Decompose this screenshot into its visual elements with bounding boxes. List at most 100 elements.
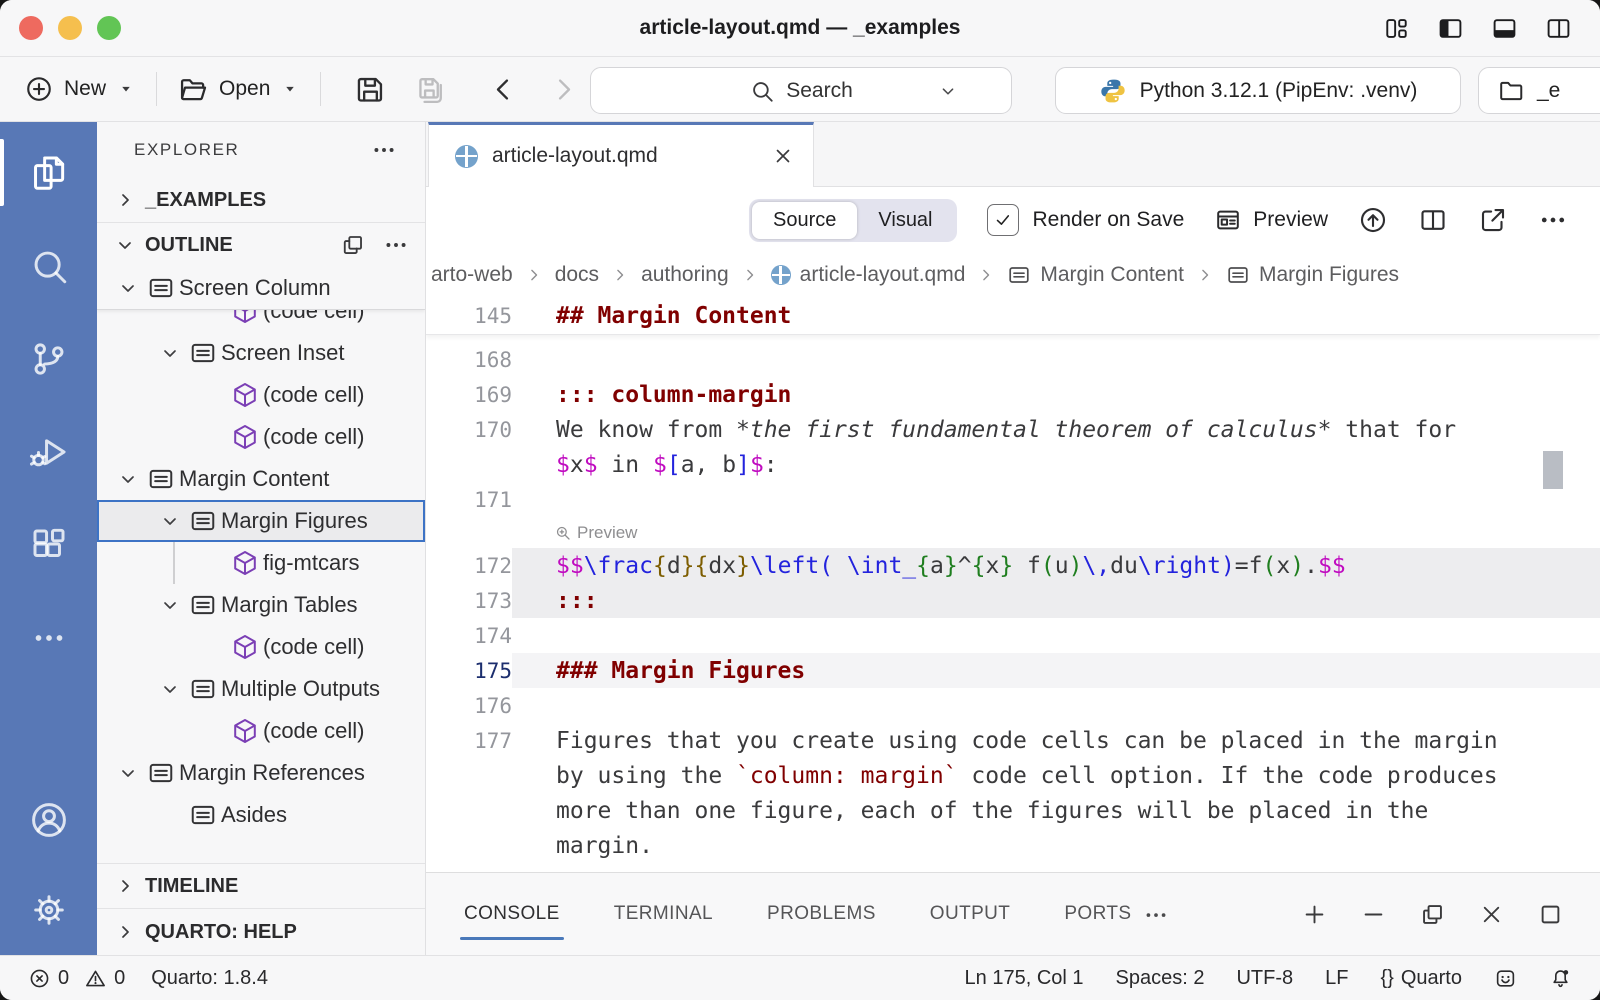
extensions-icon[interactable]	[0, 498, 97, 591]
line-number[interactable]: 176	[426, 694, 512, 718]
search-input[interactable]: Search	[590, 67, 1012, 114]
sidebar-section-timeline[interactable]: TIMELINE	[97, 863, 425, 908]
line-number[interactable]: 145	[426, 304, 512, 328]
code-line[interactable]: by using the `column: margin` code cell …	[426, 758, 1600, 793]
line-number[interactable]: 177	[426, 729, 512, 753]
breadcrumb-item-docs[interactable]: docs	[555, 263, 599, 287]
breadcrumb-item-authoring[interactable]: authoring	[641, 263, 729, 287]
breadcrumb-item-margin-content[interactable]: Margin Content	[1007, 263, 1184, 287]
chevron-down-icon[interactable]	[155, 340, 185, 366]
code-line-173[interactable]: 173:::	[426, 583, 1600, 618]
panel-more-tabs-icon[interactable]	[1143, 901, 1169, 927]
code-line-145[interactable]: 145## Margin Content	[426, 297, 1600, 335]
chevron-down-icon[interactable]	[937, 80, 959, 102]
code-line[interactable]: more than one figure, each of the figure…	[426, 793, 1600, 828]
python-interpreter-button[interactable]: Python 3.12.1 (PipEnv: .venv)	[1055, 67, 1461, 114]
new-button[interactable]: New	[24, 74, 136, 104]
source-control-icon[interactable]	[0, 312, 97, 405]
code-line-175[interactable]: 175### Margin Figures	[426, 653, 1600, 688]
outline-item-screen-inset[interactable]: Screen Inset	[97, 332, 425, 374]
customize-layout-icon[interactable]	[1383, 15, 1410, 42]
panel-tab-ports[interactable]: PORTS	[1062, 895, 1133, 933]
sidebar-section-examples[interactable]: _EXAMPLES	[97, 178, 425, 223]
line-number[interactable]: 173	[426, 589, 512, 613]
open-button[interactable]: Open	[177, 73, 300, 105]
indentation-status[interactable]: Spaces: 2	[1116, 967, 1205, 990]
save-icon[interactable]	[354, 73, 387, 106]
line-number[interactable]: 172	[426, 554, 512, 578]
restore-panel-icon[interactable]	[1419, 901, 1446, 928]
encoding-status[interactable]: UTF-8	[1236, 967, 1293, 990]
code-line-172[interactable]: 172$$\frac{d}{dx}\left( \int_{a}^{x} f(u…	[426, 548, 1600, 583]
breadcrumb-item-margin-figures[interactable]: Margin Figures	[1226, 263, 1399, 287]
navigate-forward-icon[interactable]	[547, 73, 580, 106]
outline-item-margin-figures[interactable]: Margin Figures	[97, 500, 425, 542]
save-all-icon[interactable]	[413, 73, 446, 106]
preview-button[interactable]: Preview	[1214, 206, 1328, 234]
sidebar-section-quarto-help[interactable]: QUARTO: HELP	[97, 908, 425, 955]
line-number[interactable]: 169	[426, 383, 512, 407]
code-line-177[interactable]: 177Figures that you create using code ce…	[426, 723, 1600, 758]
navigate-back-icon[interactable]	[487, 73, 520, 106]
outline-item-multiple-outputs[interactable]: Multiple Outputs	[97, 668, 425, 710]
maximize-panel-icon[interactable]	[1537, 901, 1564, 928]
render-on-save-checkbox[interactable]	[987, 204, 1019, 236]
breadcrumb-item-article-layout-qmd[interactable]: article-layout.qmd	[771, 263, 966, 287]
minimize-panel-icon[interactable]	[1360, 901, 1387, 928]
code-line-174[interactable]: 174	[426, 618, 1600, 653]
editor-scrollbar-thumb[interactable]	[1543, 451, 1563, 489]
explorer-more-actions-icon[interactable]	[371, 137, 397, 163]
editor-more-actions-icon[interactable]	[1538, 205, 1568, 235]
explorer-icon[interactable]	[0, 126, 97, 219]
minimize-window-button[interactable]	[58, 16, 82, 40]
code-line[interactable]: margin.	[426, 828, 1600, 863]
outline-item-margin-references[interactable]: Margin References	[97, 752, 425, 794]
outline-item-code-cell[interactable]: (code cell)	[97, 374, 425, 416]
outline-more-actions-icon[interactable]	[383, 232, 409, 258]
sidebar-section-outline[interactable]: OUTLINE	[97, 223, 425, 267]
code-line-169[interactable]: 169::: column-margin	[426, 377, 1600, 412]
run-debug-icon[interactable]	[0, 405, 97, 498]
split-editor-icon[interactable]	[1418, 205, 1448, 235]
toggle-panel-icon[interactable]	[1491, 15, 1518, 42]
outline-item-screen-column[interactable]: Screen Column	[97, 267, 425, 310]
code-editor[interactable]: 145## Margin Content168169::: column-mar…	[426, 297, 1600, 872]
outline-item-code-cell[interactable]: (code cell)	[97, 416, 425, 458]
code-line-176[interactable]: 176	[426, 688, 1600, 723]
more-views-icon[interactable]	[0, 591, 97, 684]
outline-item-fig-mtcars[interactable]: fig-mtcars	[97, 542, 425, 584]
visual-mode-button[interactable]: Visual	[857, 202, 953, 239]
outline-item-code-cell[interactable]: (code cell)	[97, 710, 425, 752]
panel-tab-output[interactable]: OUTPUT	[928, 895, 1013, 933]
line-number[interactable]: 175	[426, 659, 512, 683]
chevron-down-icon[interactable]	[113, 760, 143, 786]
chevron-down-icon[interactable]	[155, 592, 185, 618]
language-mode-status[interactable]: {} Quarto	[1380, 967, 1462, 990]
line-number[interactable]: 168	[426, 348, 512, 372]
codelens-preview[interactable]: Preview	[426, 517, 1600, 548]
code-line[interactable]: $x$ in $[a, b]$:	[426, 447, 1600, 482]
toggle-secondary-sidebar-icon[interactable]	[1545, 15, 1572, 42]
editor-tab-article-layout[interactable]: article-layout.qmd	[428, 122, 814, 187]
new-terminal-icon[interactable]	[1301, 901, 1328, 928]
zoom-window-button[interactable]	[97, 16, 121, 40]
chevron-down-icon[interactable]	[155, 508, 185, 534]
outline-item-asides[interactable]: Asides	[97, 794, 425, 836]
eol-status[interactable]: LF	[1325, 967, 1348, 990]
account-icon[interactable]	[0, 775, 97, 865]
workspace-folder-button[interactable]: _e	[1478, 67, 1600, 114]
feedback-smiley-icon[interactable]	[1494, 967, 1517, 990]
line-number[interactable]: 174	[426, 624, 512, 648]
close-window-button[interactable]	[19, 16, 43, 40]
line-number[interactable]: 171	[426, 488, 512, 512]
close-tab-icon[interactable]	[771, 144, 795, 168]
problems-status[interactable]: 0 0	[28, 967, 125, 990]
collapse-all-icon[interactable]	[340, 232, 366, 258]
code-line-168[interactable]: 168	[426, 342, 1600, 377]
panel-tab-terminal[interactable]: TERMINAL	[612, 895, 715, 933]
notifications-bell-icon[interactable]	[1549, 967, 1572, 990]
source-mode-button[interactable]: Source	[752, 202, 857, 239]
cursor-position-status[interactable]: Ln 175, Col 1	[965, 967, 1084, 990]
panel-tab-console[interactable]: CONSOLE	[462, 895, 562, 933]
outline-item-code-cell[interactable]: (code cell)	[97, 626, 425, 668]
